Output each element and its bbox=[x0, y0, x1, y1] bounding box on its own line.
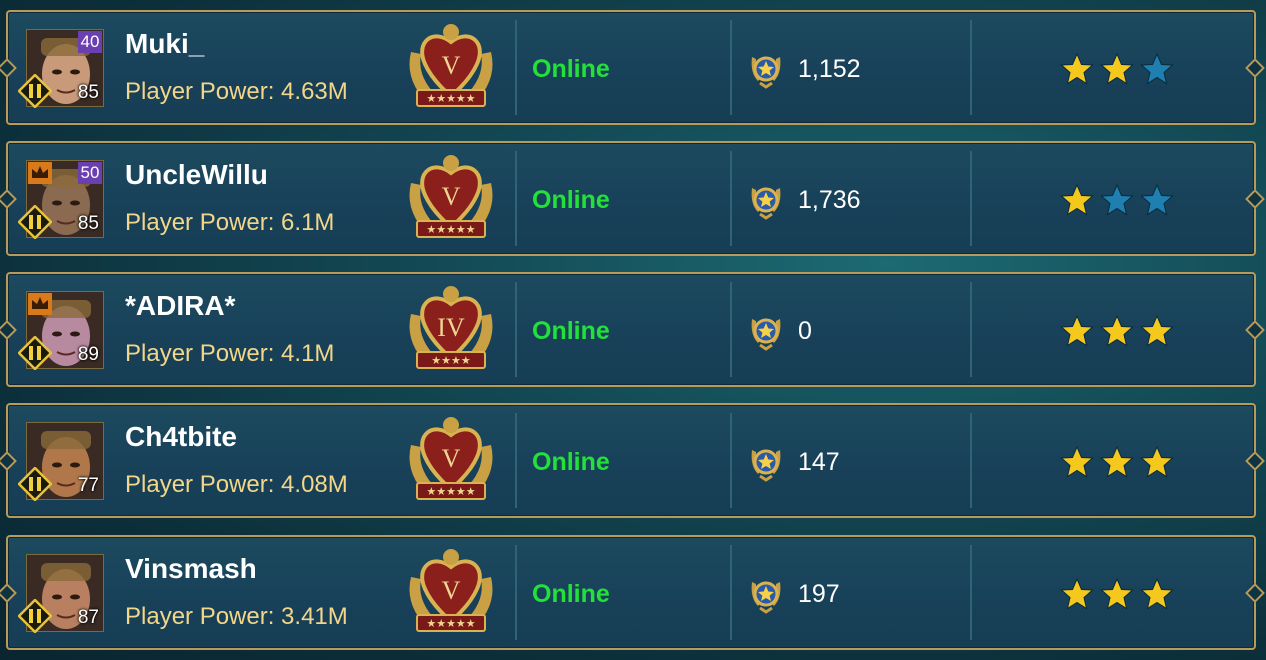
online-status: Online bbox=[532, 55, 610, 83]
league-numeral: V bbox=[442, 51, 461, 80]
online-status: Online bbox=[532, 580, 610, 608]
league-stars: ★★★★★ bbox=[426, 617, 475, 630]
member-score: 1,736 bbox=[798, 186, 861, 214]
star-icon bbox=[1140, 52, 1174, 86]
star-icon bbox=[1100, 314, 1134, 348]
rank-diamond-icon bbox=[18, 336, 52, 370]
league-medal-icon: V ★★★★★ bbox=[409, 24, 493, 107]
divider bbox=[730, 413, 732, 508]
league-numeral: V bbox=[442, 576, 461, 605]
member-score: 0 bbox=[798, 317, 812, 345]
league-numeral: V bbox=[442, 444, 461, 473]
league-stars: ★★★★★ bbox=[426, 485, 475, 498]
level-top-badge: 50 bbox=[78, 162, 102, 184]
player-power: Player Power: 6.1M bbox=[125, 209, 335, 236]
star-icon bbox=[1060, 183, 1094, 217]
league-medal-icon: IV ★★★★ bbox=[409, 286, 493, 369]
league-stars: ★★★★★ bbox=[426, 223, 475, 236]
star-icon bbox=[1060, 445, 1094, 479]
star-icon bbox=[1100, 577, 1134, 611]
clan-trophy-icon bbox=[751, 187, 781, 220]
clan-trophy-icon bbox=[751, 449, 781, 482]
clan-trophy-icon bbox=[751, 581, 781, 614]
member-row[interactable]: 50 85 UncleWillu Player Power: 6.1M V ★★★★★ On… bbox=[6, 141, 1256, 256]
divider bbox=[970, 545, 972, 640]
member-stars bbox=[1060, 183, 1174, 217]
star-icon bbox=[1100, 52, 1134, 86]
divider bbox=[730, 151, 732, 246]
clan-trophy-icon bbox=[751, 318, 781, 351]
member-name: *ADIRA* bbox=[125, 290, 236, 321]
online-status: Online bbox=[532, 317, 610, 345]
member-row[interactable]: 87 Vinsmash Player Power: 3.41M V ★★★★★ Onlin… bbox=[6, 535, 1256, 650]
divider bbox=[970, 282, 972, 377]
divider bbox=[730, 20, 732, 115]
rank-diamond-icon bbox=[18, 74, 52, 108]
divider bbox=[730, 545, 732, 640]
star-icon bbox=[1140, 577, 1174, 611]
member-row[interactable]: 89 *ADIRA* Player Power: 4.1M IV ★★★★ Online 0 bbox=[6, 272, 1256, 387]
member-name: Vinsmash bbox=[125, 553, 257, 584]
rank-diamond-icon bbox=[18, 467, 52, 501]
divider bbox=[970, 20, 972, 115]
league-medal-icon: V ★★★★★ bbox=[409, 155, 493, 238]
level-badge: 85 bbox=[77, 82, 99, 103]
player-power: Player Power: 4.63M bbox=[125, 78, 348, 105]
member-score: 197 bbox=[798, 580, 840, 608]
member-stars bbox=[1060, 577, 1174, 611]
player-power: Player Power: 3.41M bbox=[125, 603, 348, 630]
league-medal-icon: V ★★★★★ bbox=[409, 549, 493, 632]
league-numeral: V bbox=[442, 182, 461, 211]
divider bbox=[970, 413, 972, 508]
online-status: Online bbox=[532, 448, 610, 476]
divider bbox=[515, 20, 517, 115]
divider bbox=[970, 151, 972, 246]
player-power: Player Power: 4.1M bbox=[125, 340, 335, 367]
league-stars: ★★★★★ bbox=[426, 92, 475, 105]
level-top-badge: 40 bbox=[78, 31, 102, 53]
star-icon bbox=[1140, 183, 1174, 217]
star-icon bbox=[1060, 52, 1094, 86]
rank-diamond-icon bbox=[18, 599, 52, 633]
divider bbox=[515, 413, 517, 508]
divider bbox=[515, 545, 517, 640]
rank-diamond-icon bbox=[18, 205, 52, 239]
player-power: Player Power: 4.08M bbox=[125, 471, 348, 498]
member-stars bbox=[1060, 445, 1174, 479]
member-stars bbox=[1060, 52, 1174, 86]
member-name: UncleWillu bbox=[125, 159, 268, 190]
league-medal-icon: V ★★★★★ bbox=[409, 417, 493, 500]
level-badge: 87 bbox=[77, 607, 99, 628]
member-row[interactable]: 40 85 Muki_ Player Power: 4.63M V ★★★★★ Online… bbox=[6, 10, 1256, 125]
member-stars bbox=[1060, 314, 1174, 348]
star-icon bbox=[1140, 314, 1174, 348]
member-name: Ch4tbite bbox=[125, 421, 237, 452]
star-icon bbox=[1140, 445, 1174, 479]
level-badge: 85 bbox=[77, 213, 99, 234]
crown-icon bbox=[28, 162, 52, 184]
member-score: 147 bbox=[798, 448, 840, 476]
clan-trophy-icon bbox=[751, 56, 781, 89]
divider bbox=[515, 151, 517, 246]
star-icon bbox=[1100, 445, 1134, 479]
level-badge: 77 bbox=[77, 475, 99, 496]
level-badge: 89 bbox=[77, 344, 99, 365]
divider bbox=[515, 282, 517, 377]
star-icon bbox=[1060, 577, 1094, 611]
online-status: Online bbox=[532, 186, 610, 214]
league-stars: ★★★★ bbox=[431, 354, 471, 367]
member-name: Muki_ bbox=[125, 28, 205, 59]
member-score: 1,152 bbox=[798, 55, 861, 83]
member-row[interactable]: 77 Ch4tbite Player Power: 4.08M V ★★★★★ Onlin… bbox=[6, 403, 1256, 518]
divider bbox=[730, 282, 732, 377]
crown-icon bbox=[28, 293, 52, 315]
star-icon bbox=[1060, 314, 1094, 348]
star-icon bbox=[1100, 183, 1134, 217]
league-numeral: IV bbox=[437, 313, 465, 342]
